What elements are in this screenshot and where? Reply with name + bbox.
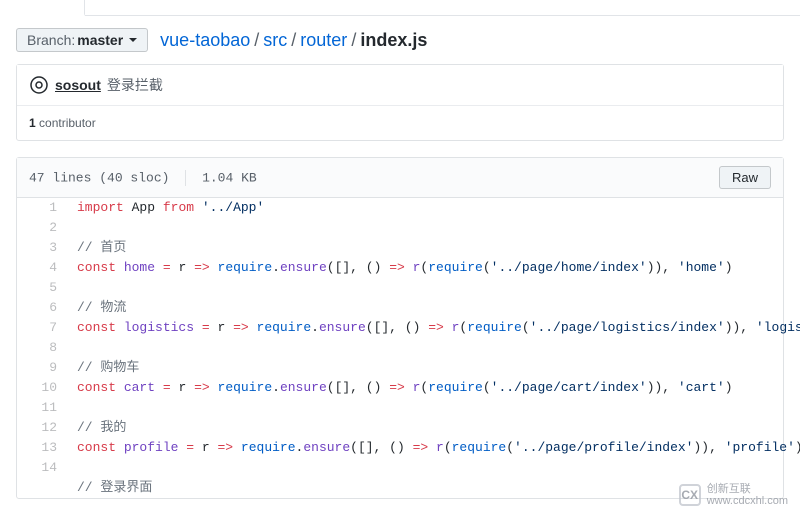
line-number[interactable]: 3 [17,238,67,258]
breadcrumb-file: index.js [360,30,427,50]
divider [185,170,186,186]
breadcrumb-part-link[interactable]: src [263,30,287,50]
line-number[interactable]: 1 [17,198,67,218]
code-line: 10const cart = r => require.ensure([], (… [17,378,800,398]
watermark-bottom: www.cdcxhl.com [707,495,788,507]
code-line: 1import App from '../App' [17,198,800,218]
file-navigation: Branch: master vue-taobao/src/router/ind… [0,16,800,64]
code-line: 14 [17,458,800,478]
line-number[interactable]: 9 [17,358,67,378]
line-number[interactable]: 4 [17,258,67,278]
code-line: 4const home = r => require.ensure([], ()… [17,258,800,278]
breadcrumb-part-link[interactable]: router [300,30,347,50]
line-number[interactable]: 12 [17,418,67,438]
code-line: 9// 购物车 [17,358,800,378]
contributor-label: contributor [39,116,96,130]
line-number[interactable]: 8 [17,338,67,358]
line-number[interactable]: 14 [17,458,67,478]
line-number[interactable] [17,478,67,498]
code-line: 3// 首页 [17,238,800,258]
file-info: 47 lines (40 sloc) 1.04 KB [29,170,257,186]
contributor-count: 1 [29,116,36,130]
commit-header: sosout 登录拦截 [17,65,783,106]
file-actions: Raw [719,166,771,189]
commit-message[interactable]: 登录拦截 [107,75,163,95]
watermark-top: 创新互联 [707,483,788,495]
code-line: 6// 物流 [17,298,800,318]
line-number[interactable]: 5 [17,278,67,298]
code-line: 8 [17,338,800,358]
line-number[interactable]: 7 [17,318,67,338]
branch-name: master [77,32,123,48]
commit-box: sosout 登录拦截 1 contributor [16,64,784,141]
file-box: 47 lines (40 sloc) 1.04 KB Raw 1import A… [16,157,784,499]
commit-author-link[interactable]: sosout [55,77,101,93]
watermark-icon: CX [679,484,701,506]
line-number[interactable]: 10 [17,378,67,398]
code-view: 1import App from '../App' 2 3// 首页 4cons… [17,198,800,498]
chevron-down-icon [129,38,137,42]
code-line: 5 [17,278,800,298]
raw-button[interactable]: Raw [719,166,771,189]
line-number[interactable]: 11 [17,398,67,418]
code-line: 13const profile = r => require.ensure([]… [17,438,800,458]
branch-select-button[interactable]: Branch: master [16,28,148,52]
code-line: 12// 我的 [17,418,800,438]
file-lines: 47 lines (40 sloc) [29,170,169,185]
file-size: 1.04 KB [202,170,257,185]
file-header: 47 lines (40 sloc) 1.04 KB Raw [17,158,783,198]
branch-label: Branch: [27,32,75,48]
breadcrumb: vue-taobao/src/router/index.js [160,30,427,51]
line-number[interactable]: 13 [17,438,67,458]
avatar[interactable] [29,75,49,95]
line-number[interactable]: 6 [17,298,67,318]
watermark: CX 创新互联 www.cdcxhl.com [679,483,788,507]
code-line: 7const logistics = r => require.ensure([… [17,318,800,338]
contributors-row: 1 contributor [17,106,783,140]
line-number[interactable]: 2 [17,218,67,238]
tab-item[interactable] [0,0,85,16]
code-line: 11 [17,398,800,418]
tab-bar [0,0,800,16]
breadcrumb-repo-link[interactable]: vue-taobao [160,30,250,50]
code-line: 2 [17,218,800,238]
